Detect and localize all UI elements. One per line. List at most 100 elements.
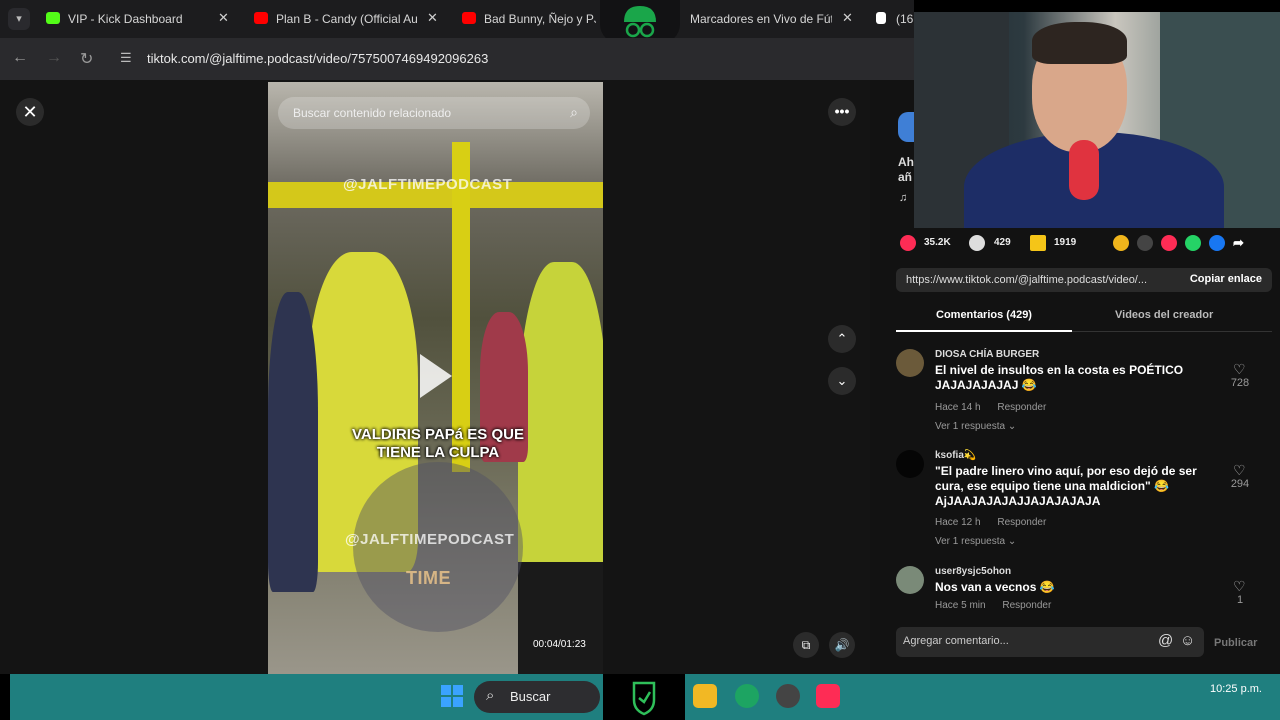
embed-icon[interactable] [1137,235,1153,251]
tab-title: (16 [896,12,914,26]
comment-like-count: 294 [1230,478,1250,490]
bookmark-icon[interactable] [1030,235,1046,251]
close-tab-icon[interactable]: ✕ [842,10,853,26]
engagement-stats: 35.2K 429 1919 ➦ [896,234,1272,252]
view-replies-button[interactable]: Ver 1 respuesta ⌄ [935,536,1016,547]
reply-button[interactable]: Responder [997,402,1046,413]
microphone-icon [1069,140,1099,200]
youtube-icon [254,12,268,24]
browser-tab-bad-bunny[interactable]: Bad Bunny, Ñejo y PJ S [462,6,598,32]
avatar[interactable] [896,566,924,594]
video-person [268,292,318,592]
comment-placeholder: Agregar comentario... [903,635,1009,647]
description-peek: Ah añ [898,155,914,185]
related-search-input[interactable]: Buscar contenido relacionado ⌕ [278,97,590,129]
publish-button[interactable]: Publicar [1214,637,1257,649]
browser-tab-tiktok[interactable]: (16 [876,6,914,32]
emoji-icon[interactable]: ☺ [1180,632,1195,649]
tab-title: Bad Bunny, Ñejo y PJ S [484,12,596,26]
description-line: añ [898,170,913,184]
browser-tab-plan-b[interactable]: Plan B - Candy (Official Audi ✕ [254,6,454,32]
kick-icon [46,12,60,24]
comment-text: "El padre linero vino aquí, por eso dejó… [935,464,1197,508]
close-tab-icon[interactable]: ✕ [218,10,229,26]
heart-icon[interactable] [900,235,916,251]
copy-link-button[interactable]: Copiar enlace [1190,273,1262,285]
screen: ▾ VIP - Kick Dashboard ✕ Plan B - Candy … [0,0,1280,720]
avatar[interactable] [896,450,924,478]
streamer-badge [603,674,685,720]
tiktok-app-icon[interactable] [816,684,840,708]
tab-title: VIP - Kick Dashboard [68,12,183,26]
video-watermark-2: @JALFTIMEPODCAST [345,531,515,548]
reply-button[interactable]: Responder [1002,600,1051,610]
site-settings-icon[interactable]: ☰ [120,50,132,66]
comment-icon[interactable] [969,235,985,251]
video-timecode: 00:04/01:23 [533,639,586,650]
taskbar-clock[interactable]: 10:25 p.m. [1210,683,1262,695]
comment-item: DIOSA CHÍA BURGER El nivel de insultos e… [896,349,1256,439]
close-tab-icon[interactable]: ✕ [427,10,438,26]
comment-count: 429 [994,237,1011,248]
comment-input[interactable]: Agregar comentario... @ ☺ [896,627,1204,657]
heart-icon[interactable]: ♡ [1233,578,1246,595]
comment-time: Hace 12 h [935,517,981,528]
tab-creator-videos[interactable]: Videos del creador [1115,309,1213,321]
video-watermark: @JALFTIMEPODCAST [343,176,513,193]
coin-icon[interactable] [1113,235,1129,251]
taskbar-search[interactable]: ⌕ Buscar [474,681,600,713]
heart-icon[interactable]: ♡ [1233,462,1246,479]
forward-arrow-icon[interactable]: → [46,49,62,67]
avatar[interactable] [896,349,924,377]
related-search-placeholder: Buscar contenido relacionado [293,106,452,120]
browser-tab-kick[interactable]: VIP - Kick Dashboard ✕ [46,6,246,32]
picture-in-picture-icon[interactable]: ⧉ [793,632,819,658]
comment-item: ksofia💫 "El padre linero vino aquí, por … [896,450,1256,550]
play-icon[interactable] [420,354,452,398]
address-input[interactable]: tiktok.com/@jalftime.podcast/video/75750… [147,51,488,66]
browser-tab-marcadores[interactable]: Marcadores en Vivo de Fútb ✕ [690,6,860,32]
save-count: 1919 [1054,237,1077,248]
tab-comments[interactable]: Comentarios (429) [936,309,1032,321]
tab-search-icon[interactable]: ▾ [8,8,30,30]
volume-icon[interactable]: 🔊 [829,632,855,658]
comment-username[interactable]: DIOSA CHÍA BURGER [935,349,1039,360]
comment-username[interactable]: ksofia💫 [935,450,976,461]
view-replies-button[interactable]: Ver 1 respuesta ⌄ [935,421,1016,432]
tiktok-icon [876,12,886,24]
comment-text: El nivel de insultos en la costa es POÉT… [935,363,1184,392]
comment-meta: Hace 14 h Responder [935,402,1060,413]
next-video-icon[interactable]: ⌄ [828,367,856,395]
panel-tabs: Comentarios (429) Videos del creador [896,304,1272,332]
chrome-icon[interactable] [735,684,759,708]
comment-time: Hace 14 h [935,402,981,413]
obs-icon[interactable] [776,684,800,708]
comment-text: Nos van a vecnos 😂 [935,580,1055,594]
whatsapp-icon[interactable] [1185,235,1201,251]
comment-time: Hace 5 min [935,600,986,610]
facebook-icon[interactable] [1209,235,1225,251]
comment-username[interactable]: user8ysjc5ohon [935,566,1011,577]
reload-icon[interactable]: ↻ [80,49,93,69]
share-link[interactable]: https://www.tiktok.com/@jalftime.podcast… [906,274,1147,286]
webcam-overlay [914,12,1280,228]
tab-title: Marcadores en Vivo de Fútb [690,12,832,26]
more-options-icon[interactable]: ••• [828,98,856,126]
comment-like-count: 728 [1230,377,1250,389]
youtube-icon [462,12,476,24]
reply-button[interactable]: Responder [997,517,1046,528]
windows-start-icon[interactable] [441,685,463,707]
mention-icon[interactable]: @ [1158,632,1173,649]
search-icon[interactable]: ⌕ [570,104,578,121]
browser-tab-strip: ▾ VIP - Kick Dashboard ✕ Plan B - Candy … [0,0,914,44]
video-logo-text: TIME [406,568,451,588]
file-explorer-icon[interactable] [693,684,717,708]
heart-icon[interactable]: ♡ [1233,361,1246,378]
send-icon[interactable] [1161,235,1177,251]
video-person-legs [518,562,603,674]
close-icon[interactable]: ✕ [16,98,44,126]
tab-title: Plan B - Candy (Official Audi [276,12,418,26]
back-arrow-icon[interactable]: ← [12,49,28,67]
share-arrow-icon[interactable]: ➦ [1233,235,1249,251]
previous-video-icon[interactable]: ⌃ [828,325,856,353]
